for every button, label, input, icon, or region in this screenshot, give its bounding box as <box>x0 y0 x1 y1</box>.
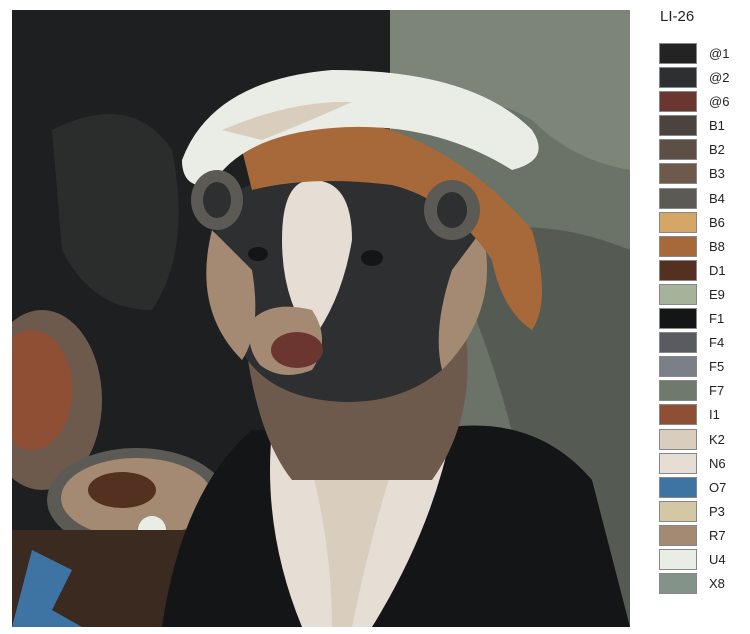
color-code-label: B4 <box>709 190 725 206</box>
color-swatch <box>659 43 697 64</box>
legend-item: P3 <box>659 500 739 525</box>
color-swatch <box>659 91 697 113</box>
color-swatch <box>659 573 697 595</box>
legend-item: O7 <box>659 476 739 501</box>
color-code-label: N6 <box>709 455 726 471</box>
legend-item: B4 <box>659 187 739 212</box>
legend-item: X8 <box>659 573 739 597</box>
color-swatch <box>659 356 697 378</box>
color-swatch <box>659 139 697 161</box>
color-code-label: F4 <box>709 335 725 351</box>
color-swatch <box>659 115 697 137</box>
color-code-label: K2 <box>709 431 725 447</box>
color-swatch <box>659 524 697 546</box>
color-swatch <box>659 404 697 426</box>
color-code-label: F5 <box>709 359 725 375</box>
legend-item: @1 <box>659 43 739 67</box>
legend-item: @2 <box>659 67 739 91</box>
color-swatch <box>659 428 697 450</box>
color-code-label: B6 <box>709 214 725 230</box>
color-swatch <box>659 283 697 305</box>
color-code-label: I1 <box>709 407 720 423</box>
legend-item: F4 <box>659 332 739 356</box>
color-code-label: U4 <box>709 551 726 567</box>
color-legend: @1 @2 @6 B1 B2 B3 B4 B6 B8 D1 E9 F1 F4 F5 F7 I1 K2 N6 O7 P3… <box>659 43 739 597</box>
legend-item: B6 <box>659 211 739 236</box>
legend-item: F5 <box>659 356 739 380</box>
color-code-label: R7 <box>709 527 726 543</box>
color-code-label: B3 <box>709 166 725 182</box>
legend-item: D1 <box>659 259 739 284</box>
color-swatch <box>659 235 697 257</box>
color-swatch <box>659 211 697 233</box>
badger-portrait-painting <box>12 10 630 627</box>
legend-item: F7 <box>659 380 739 404</box>
color-code-label: @2 <box>709 70 730 86</box>
color-code-label: P3 <box>709 503 725 519</box>
legend-item: N6 <box>659 452 739 477</box>
color-code-label: O7 <box>709 479 727 495</box>
legend-item: @6 <box>659 91 739 115</box>
color-swatch <box>659 308 697 330</box>
color-swatch <box>659 500 697 522</box>
color-swatch <box>659 380 697 402</box>
color-swatch <box>659 187 697 209</box>
legend-item: K2 <box>659 428 739 453</box>
badger-portrait-illustration <box>12 10 630 627</box>
color-swatch <box>659 67 697 89</box>
color-swatch <box>659 452 697 474</box>
color-swatch <box>659 476 697 498</box>
color-code-label: D1 <box>709 262 726 278</box>
legend-item: B3 <box>659 163 739 187</box>
product-code: LI-26 <box>660 8 695 25</box>
color-code-label: F7 <box>709 383 725 399</box>
legend-item: I1 <box>659 404 739 428</box>
legend-item: B1 <box>659 115 739 139</box>
legend-item: U4 <box>659 548 739 573</box>
legend-item: B8 <box>659 235 739 260</box>
color-code-label: B1 <box>709 118 725 134</box>
legend-item: F1 <box>659 308 739 332</box>
color-code-label: F1 <box>709 311 725 327</box>
color-code-label: B2 <box>709 142 725 158</box>
legend-item: R7 <box>659 524 739 549</box>
color-code-label: B8 <box>709 238 725 254</box>
legend-item: B2 <box>659 139 739 163</box>
color-swatch <box>659 259 697 281</box>
color-code-label: @1 <box>709 46 730 61</box>
color-code-label: X8 <box>709 576 725 592</box>
color-code-label: E9 <box>709 286 725 302</box>
color-swatch <box>659 332 697 354</box>
color-swatch <box>659 163 697 185</box>
color-swatch <box>659 548 697 570</box>
color-code-label: @6 <box>709 94 730 110</box>
legend-item: E9 <box>659 283 739 308</box>
